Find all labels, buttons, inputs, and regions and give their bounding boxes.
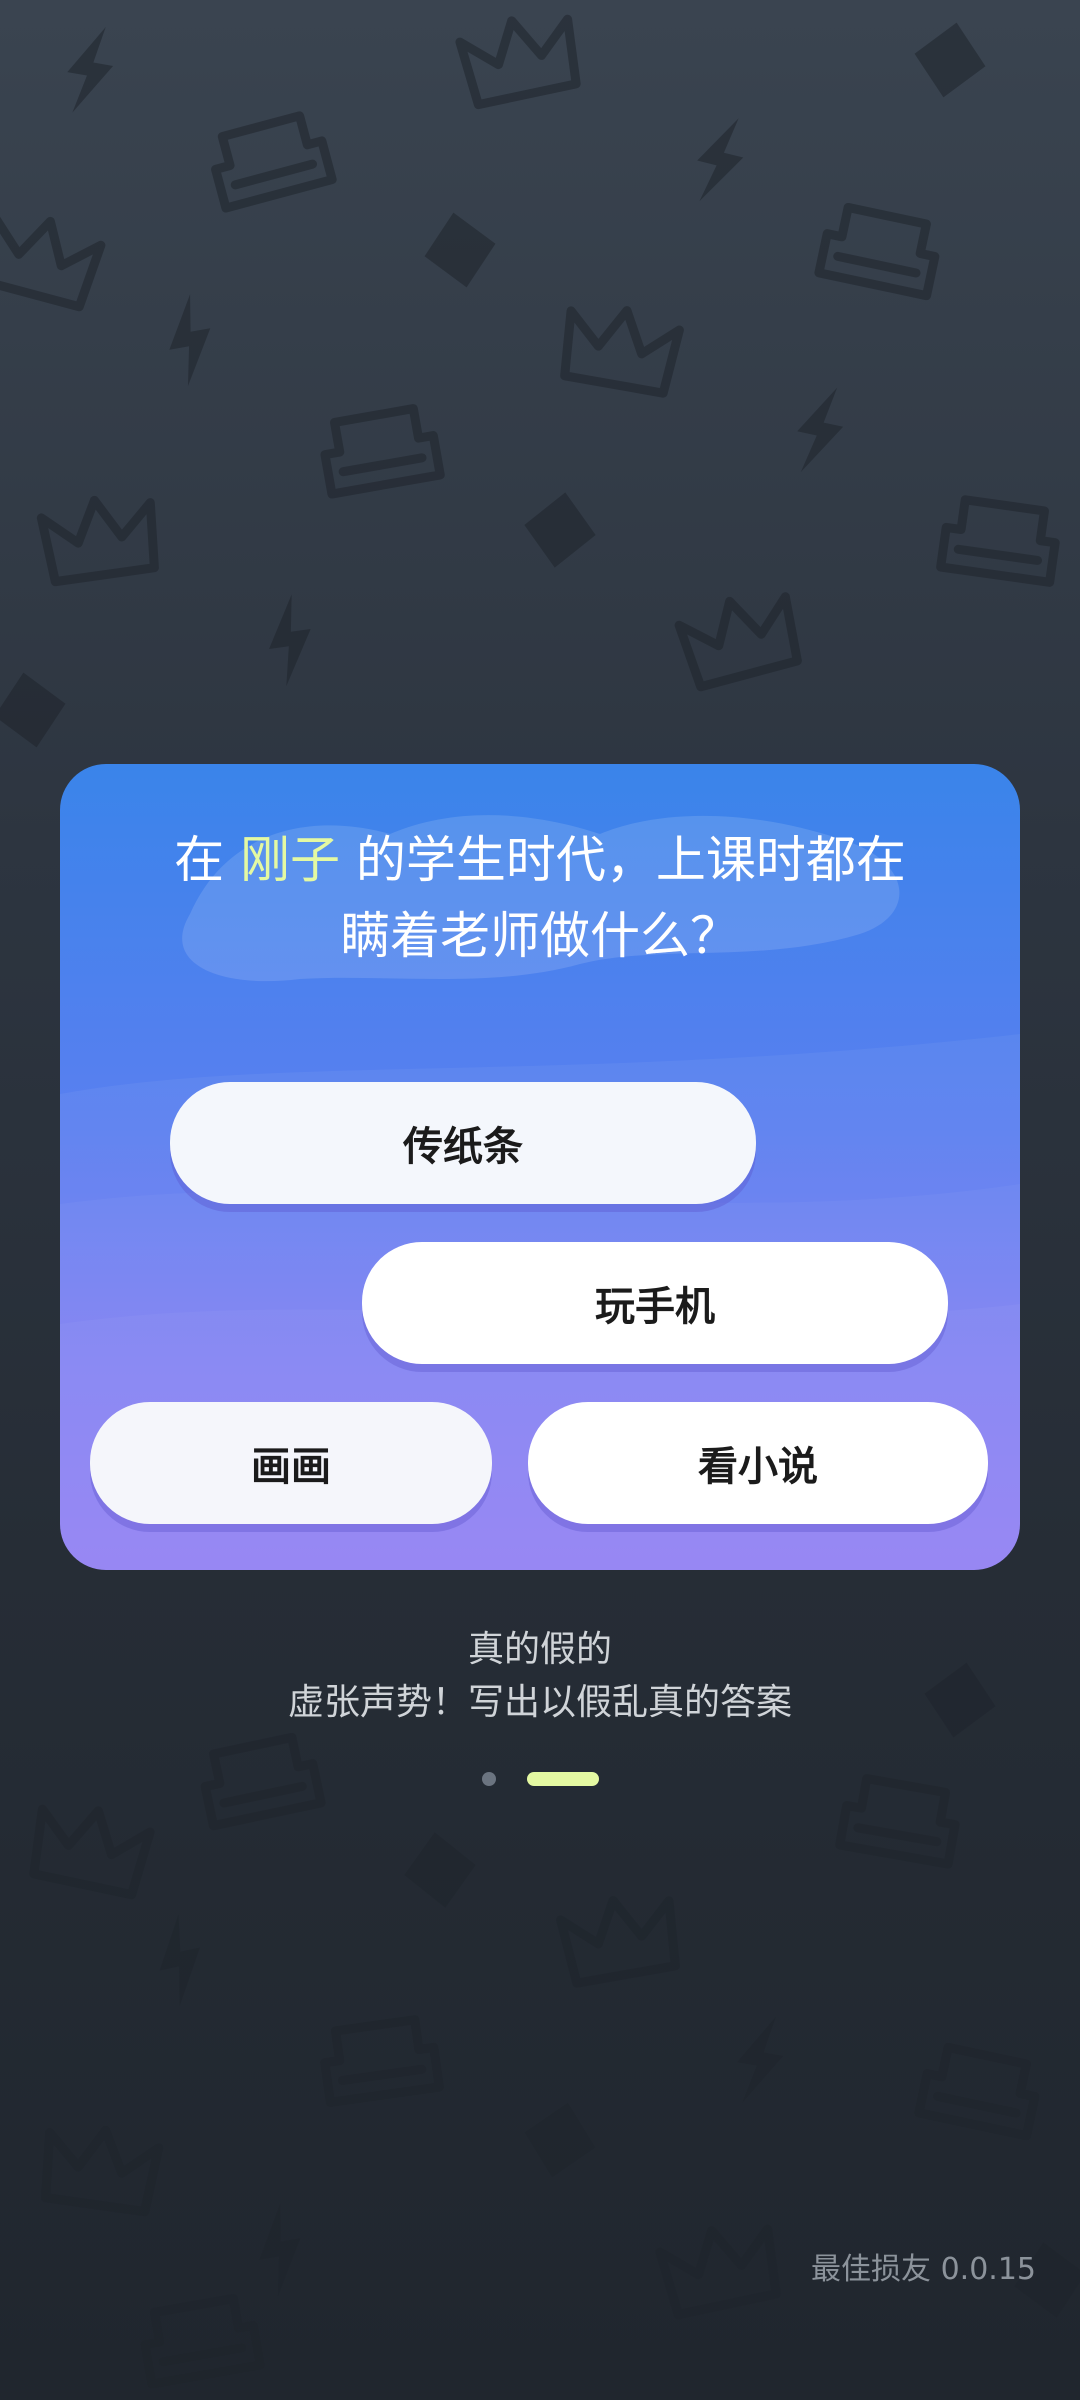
question-text: 在 刚子 的学生时代，上课时都在瞒着老师做什么？ — [150, 822, 930, 974]
answer-option[interactable]: 玩手机 — [362, 1242, 948, 1364]
question-prefix: 在 — [174, 831, 240, 889]
answer-option[interactable]: 画画 — [90, 1402, 492, 1524]
mode-title: 真的假的 — [467, 1629, 612, 1670]
page-dot-2-active[interactable] — [527, 1772, 599, 1786]
mode-description: 虚张声势！写出以假乱真的答案 — [287, 1682, 792, 1723]
page-indicator — [0, 1772, 1080, 1788]
question-card: 在 刚子 的学生时代，上课时都在瞒着老师做什么？ 传纸条 玩手机 画画 看小说 — [60, 764, 1020, 1570]
answer-option[interactable]: 传纸条 — [170, 1082, 756, 1204]
question-suffix: 的学生时代，上课时都在瞒着老师做什么？ — [340, 831, 906, 965]
version-label: 最佳损友 0.0.15 — [811, 2252, 1036, 2287]
page-dot-1[interactable] — [482, 1772, 496, 1786]
answer-option[interactable]: 看小说 — [528, 1402, 988, 1524]
player-name: 刚子 — [240, 831, 340, 889]
